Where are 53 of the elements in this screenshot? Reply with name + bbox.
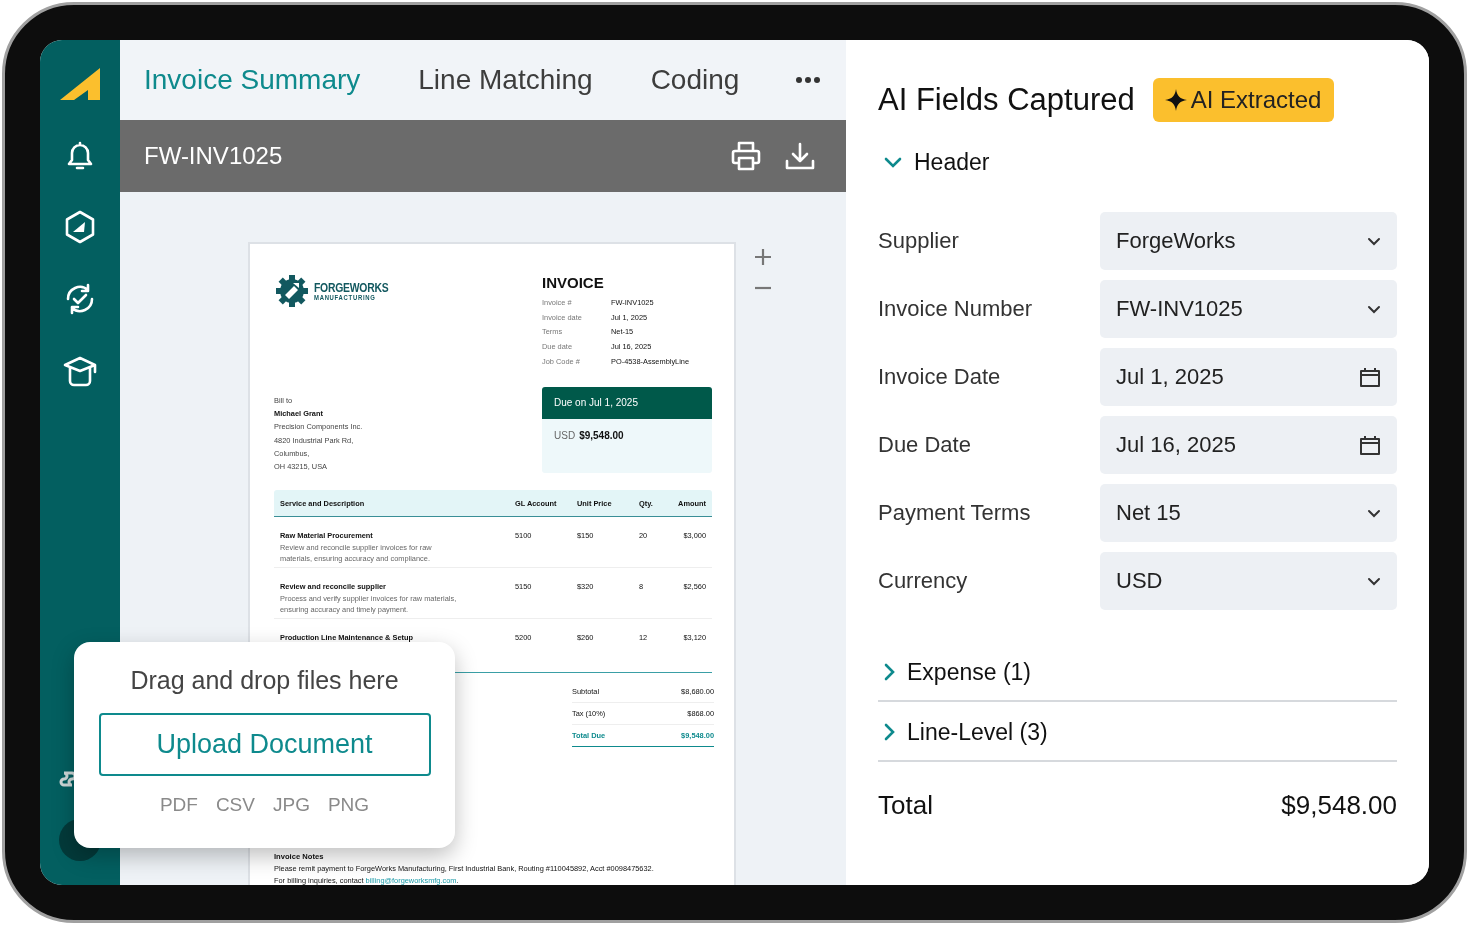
graduation-cap-icon[interactable] xyxy=(62,354,98,388)
gear-hammer-icon xyxy=(274,273,310,309)
company-name: FORGEWORKS xyxy=(314,280,389,294)
drop-hint: Drag and drop files here xyxy=(130,666,399,695)
file-format: PNG xyxy=(327,794,370,816)
field-label: Invoice Number xyxy=(878,296,1034,322)
panel-title: AI Fields Captured xyxy=(878,82,1135,118)
amount-due: $9,548.00 xyxy=(579,430,624,441)
calendar-icon xyxy=(1359,434,1381,456)
sparkle-icon xyxy=(1164,89,1187,111)
section-header[interactable]: Expense (1) xyxy=(878,642,1397,702)
tab[interactable]: Coding xyxy=(650,64,740,96)
total-amount: $9,548.00 xyxy=(1281,790,1397,821)
due-date-banner: Due on Jul 1, 2025 xyxy=(542,387,712,419)
badge-label: AI Extracted xyxy=(1190,86,1322,114)
logo-icon[interactable] xyxy=(60,68,100,100)
invoice-title: INVOICE xyxy=(542,274,605,291)
field-label: Payment Terms xyxy=(878,500,1032,526)
document-title: FW-INV1025 xyxy=(144,142,284,170)
upload-button[interactable]: Upload Document xyxy=(98,713,431,776)
field-label: Due Date xyxy=(878,432,972,458)
date-field[interactable]: Jul 1, 2025 xyxy=(1100,348,1397,406)
file-format: PDF xyxy=(159,794,198,816)
tab[interactable]: Invoice Summary xyxy=(144,64,361,96)
print-icon[interactable] xyxy=(730,140,762,172)
currency-code: USD xyxy=(554,430,576,441)
chevron-down-icon xyxy=(1367,236,1381,246)
zoom-out-icon[interactable] xyxy=(754,286,772,290)
section-header[interactable]: Line-Level (3) xyxy=(878,702,1397,762)
hexagon-arrow-icon[interactable] xyxy=(63,210,97,244)
section-header[interactable]: Header xyxy=(878,132,1397,192)
date-field[interactable]: Jul 16, 2025 xyxy=(1100,416,1397,474)
chevron-right-icon xyxy=(884,723,895,741)
chevron-down-icon xyxy=(884,156,902,168)
chevron-down-icon xyxy=(1367,304,1381,314)
more-icon[interactable] xyxy=(795,76,822,84)
dropdown-field[interactable]: ForgeWorks xyxy=(1100,212,1397,270)
dropdown-field[interactable]: USD xyxy=(1100,552,1397,610)
chevron-down-icon xyxy=(1367,508,1381,518)
file-format: JPG xyxy=(272,794,310,816)
field-label: Currency xyxy=(878,568,969,594)
field-label: Invoice Date xyxy=(878,364,1002,390)
tab[interactable]: Line Matching xyxy=(418,64,593,96)
zoom-in-icon[interactable] xyxy=(754,248,772,266)
dropdown-field[interactable]: Net 15 xyxy=(1100,484,1397,542)
chevron-down-icon xyxy=(1367,576,1381,586)
chevron-right-icon xyxy=(884,663,895,681)
calendar-icon xyxy=(1359,366,1381,388)
file-format: CSV xyxy=(215,794,255,816)
download-icon[interactable] xyxy=(784,141,816,171)
dropdown-field[interactable]: FW-INV1025 xyxy=(1100,280,1397,338)
field-label: Supplier xyxy=(878,228,960,254)
total-label: Total xyxy=(878,790,933,821)
